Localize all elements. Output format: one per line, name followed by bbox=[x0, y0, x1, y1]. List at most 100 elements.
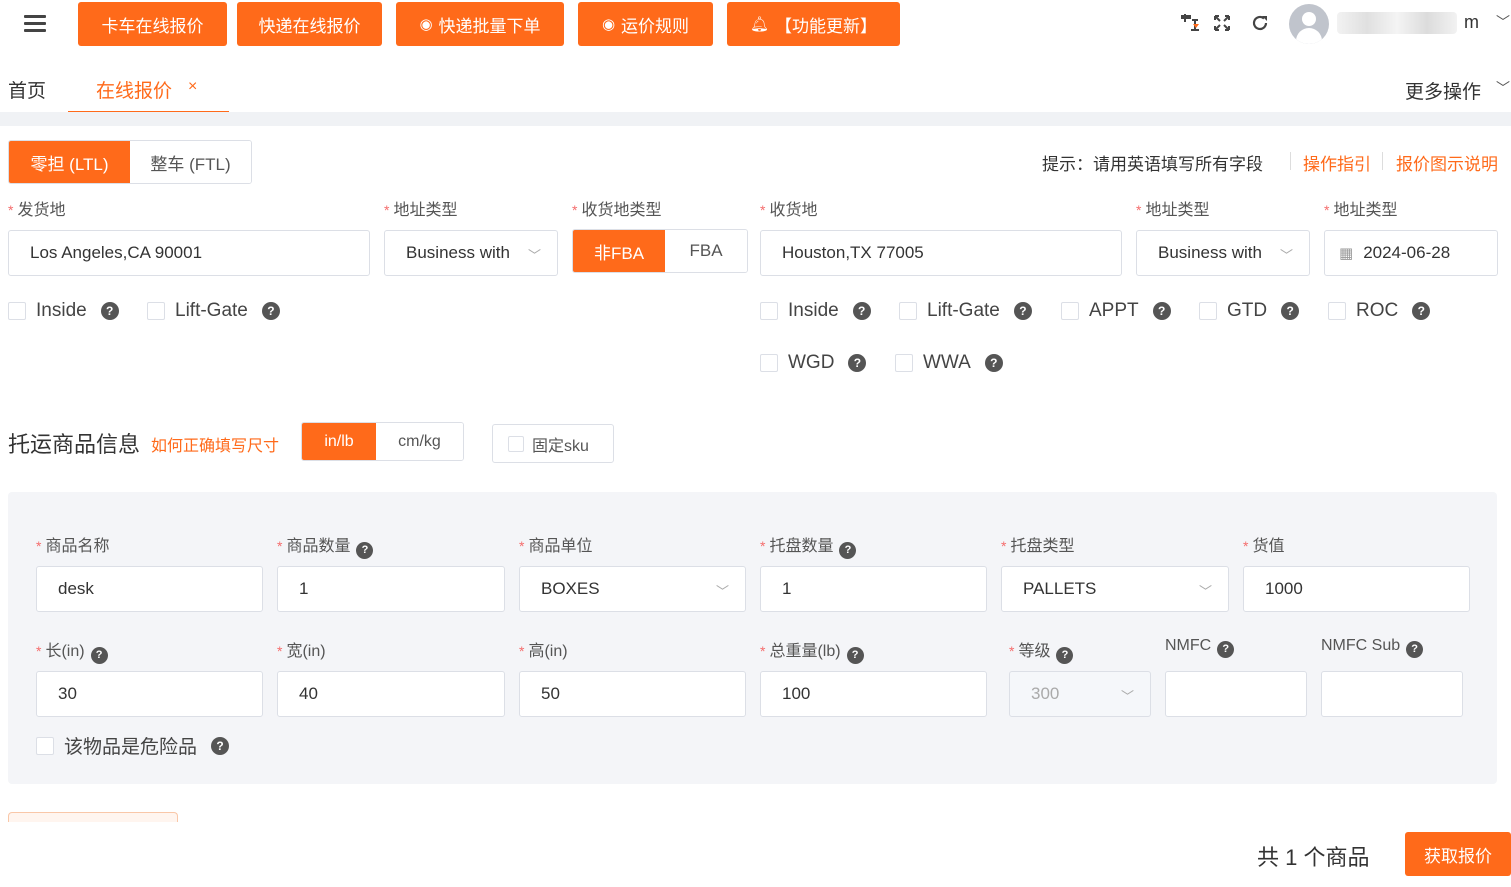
bell-icon: 🔔︎ bbox=[749, 16, 770, 33]
divider bbox=[1382, 152, 1383, 170]
help-icon[interactable]: ? bbox=[848, 354, 867, 372]
width-input[interactable]: 40 bbox=[277, 671, 505, 717]
origin-label: * 发货地 bbox=[8, 202, 66, 219]
dest-appt-checkbox[interactable]: APPT? bbox=[1061, 300, 1171, 322]
express-batch-order-label: 快递批量下单 bbox=[438, 16, 541, 36]
express-batch-order-button[interactable]: ◉ 快递批量下单 bbox=[396, 2, 564, 46]
tab-online-quote[interactable]: 在线报价 × bbox=[68, 64, 229, 113]
add-goods-button[interactable] bbox=[8, 812, 178, 822]
help-icon[interactable]: ? bbox=[1406, 640, 1424, 658]
freight-rules-button[interactable]: ◉ 运价规则 bbox=[578, 2, 713, 46]
tab-bar: 首页 在线报价 × 更多操作 ﹀ bbox=[0, 64, 1511, 113]
menu-toggle-icon[interactable] bbox=[24, 12, 48, 34]
close-icon[interactable]: × bbox=[188, 78, 197, 96]
date-value: 2024-06-28 bbox=[1363, 243, 1451, 262]
more-actions[interactable]: 更多操作 bbox=[1405, 77, 1481, 104]
origin-address-type-select[interactable]: Business with ﹀ bbox=[384, 230, 558, 276]
height-input[interactable]: 50 bbox=[519, 671, 746, 717]
date-label: * 地址类型 bbox=[1324, 202, 1398, 219]
goods-unit-select[interactable]: BOXES ﹀ bbox=[519, 566, 746, 612]
mode-switch: 零担 (LTL) 整车 (FTL) bbox=[8, 140, 252, 184]
origin-input[interactable]: Los Angeles,CA 90001 bbox=[8, 230, 370, 276]
eye-icon: ◉ bbox=[601, 16, 616, 33]
help-icon[interactable]: ? bbox=[1152, 302, 1171, 320]
chevron-down-icon[interactable]: ﹀ bbox=[1496, 12, 1510, 32]
help-icon[interactable]: ? bbox=[1217, 640, 1235, 658]
dest-liftgate-checkbox[interactable]: Lift-Gate? bbox=[899, 300, 1032, 322]
weight-label: * 总重量(lb)? bbox=[760, 637, 864, 664]
translate-icon[interactable] bbox=[1178, 11, 1202, 35]
user-name-redaction bbox=[1337, 12, 1457, 34]
calendar-icon: ▦ bbox=[1339, 245, 1354, 262]
origin-liftgate-checkbox[interactable]: Lift-Gate? bbox=[147, 300, 280, 322]
help-icon[interactable]: ? bbox=[1013, 302, 1032, 320]
pallet-qty-input[interactable]: 1 bbox=[760, 566, 987, 612]
user-avatar[interactable] bbox=[1289, 4, 1329, 44]
destination-label: * 收货地 bbox=[760, 202, 818, 219]
refresh-icon[interactable] bbox=[1248, 11, 1272, 35]
help-icon[interactable]: ? bbox=[356, 541, 374, 559]
mode-ltl[interactable]: 零担 (LTL) bbox=[9, 141, 130, 183]
mode-ftl[interactable]: 整车 (FTL) bbox=[130, 141, 251, 183]
goods-value-input[interactable]: 1000 bbox=[1243, 566, 1470, 612]
unit-in-lb[interactable]: in/lb bbox=[302, 423, 376, 460]
goods-unit-value: BOXES bbox=[541, 579, 600, 598]
origin-inside-checkbox[interactable]: Inside? bbox=[8, 300, 119, 322]
goods-qty-input[interactable]: 1 bbox=[277, 566, 505, 612]
help-icon[interactable]: ? bbox=[100, 302, 119, 320]
unit-cm-kg[interactable]: cm/kg bbox=[376, 423, 463, 460]
dest-inside-checkbox[interactable]: Inside? bbox=[760, 300, 871, 322]
pallet-type-value: PALLETS bbox=[1023, 579, 1097, 598]
help-icon[interactable]: ? bbox=[846, 646, 864, 664]
goods-count: 共 1 个商品 bbox=[1257, 845, 1370, 870]
help-icon[interactable]: ? bbox=[852, 302, 871, 320]
origin-address-type-value: Business with bbox=[406, 243, 510, 262]
date-picker[interactable]: ▦ 2024-06-28 bbox=[1324, 230, 1498, 276]
length-label: * 长(in)? bbox=[36, 637, 108, 664]
help-icon[interactable]: ? bbox=[1056, 646, 1074, 664]
destination-address-type-select[interactable]: Business with ﹀ bbox=[1136, 230, 1310, 276]
illustration-link[interactable]: 报价图示说明 bbox=[1396, 150, 1498, 175]
guide-link[interactable]: 操作指引 bbox=[1303, 150, 1371, 175]
goods-section-title: 托运商品信息 bbox=[8, 432, 141, 457]
help-icon[interactable]: ? bbox=[261, 302, 280, 320]
nmfc-input[interactable] bbox=[1165, 671, 1307, 717]
goods-name-label: * 商品名称 bbox=[36, 538, 110, 555]
dest-roc-checkbox[interactable]: ROC? bbox=[1328, 300, 1431, 322]
destination-type-non-fba[interactable]: 非FBA bbox=[573, 230, 665, 272]
eye-icon: ◉ bbox=[419, 16, 433, 33]
truck-quote-button[interactable]: 卡车在线报价 bbox=[78, 2, 227, 46]
express-quote-button[interactable]: 快递在线报价 bbox=[237, 2, 382, 46]
nmfc-sub-input[interactable] bbox=[1321, 671, 1463, 717]
goods-unit-label: * 商品单位 bbox=[519, 538, 593, 555]
dest-wwa-checkbox[interactable]: WWA? bbox=[895, 352, 1003, 374]
feature-update-button[interactable]: 🔔︎ 【功能更新】 bbox=[727, 2, 900, 46]
length-input[interactable]: 30 bbox=[36, 671, 263, 717]
help-icon[interactable]: ? bbox=[90, 646, 108, 664]
size-help-link[interactable]: 如何正确填写尺寸 bbox=[151, 432, 279, 456]
help-icon[interactable]: ? bbox=[1412, 302, 1431, 320]
hazmat-checkbox[interactable]: 该物品是危险品? bbox=[36, 732, 230, 759]
help-icon[interactable]: ? bbox=[984, 354, 1003, 372]
dest-gtd-checkbox[interactable]: GTD? bbox=[1199, 300, 1300, 322]
goods-name-input[interactable]: desk bbox=[36, 566, 263, 612]
fixed-sku-checkbox[interactable]: 固定sku bbox=[492, 424, 614, 463]
help-icon[interactable]: ? bbox=[839, 541, 857, 559]
user-name[interactable]: m bbox=[1464, 12, 1479, 33]
weight-input[interactable]: 100 bbox=[760, 671, 987, 717]
help-icon[interactable]: ? bbox=[1281, 302, 1300, 320]
pallet-type-select[interactable]: PALLETS ﹀ bbox=[1001, 566, 1229, 612]
goods-qty-label: * 商品数量? bbox=[277, 532, 374, 559]
chevron-down-icon[interactable]: ﹀ bbox=[1496, 78, 1510, 98]
feature-update-label: 【功能更新】 bbox=[775, 16, 878, 36]
help-icon[interactable]: ? bbox=[211, 736, 230, 755]
tab-home[interactable]: 首页 bbox=[8, 76, 46, 103]
pallet-type-label: * 托盘类型 bbox=[1001, 538, 1075, 555]
nmfc-label: NMFC? bbox=[1165, 637, 1235, 658]
get-quote-button[interactable]: 获取报价 bbox=[1405, 832, 1511, 876]
destination-type-fba[interactable]: FBA bbox=[665, 230, 747, 272]
dest-wgd-checkbox[interactable]: WGD? bbox=[760, 352, 867, 374]
fullscreen-icon[interactable] bbox=[1210, 11, 1234, 35]
destination-input[interactable]: Houston,TX 77005 bbox=[760, 230, 1122, 276]
express-quote-label: 快递在线报价 bbox=[258, 16, 361, 36]
